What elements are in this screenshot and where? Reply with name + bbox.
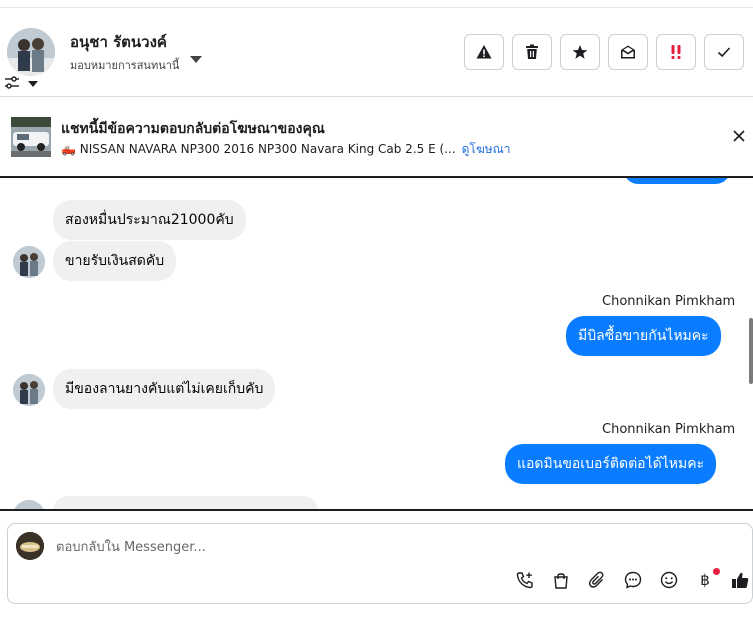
reply-input[interactable]: [56, 537, 656, 557]
chevron-down-icon[interactable]: [28, 81, 38, 87]
trash-icon: [526, 44, 538, 59]
ad-banner-subtitle: 🛻 NISSAN NAVARA NP300 2016 NP300 Navara …: [61, 140, 511, 159]
message-bubble-partial: [53, 496, 318, 510]
ad-banner-title: แชทนี้มีข้อความตอบกลับต่อโฆษณาของคุณ: [61, 121, 325, 137]
attach-button[interactable]: [587, 570, 607, 590]
message-sender-name: Chonnikan Pimkham: [602, 422, 736, 437]
paperclip-icon: [588, 571, 604, 588]
report-button[interactable]: [464, 34, 504, 70]
filter-sliders-icon[interactable]: [4, 76, 20, 90]
phone-add-icon: [516, 572, 533, 589]
message-bubble-outgoing: มีบิลซื้อขายกันไหมคะ: [566, 316, 721, 356]
shop-button[interactable]: [551, 570, 571, 590]
assign-conversation-label[interactable]: มอบหมายการสนทนานี้: [70, 56, 179, 74]
chevron-down-icon[interactable]: [190, 56, 202, 63]
double-exclamation-icon: [671, 45, 681, 59]
emoji-icon: [660, 571, 678, 589]
message-bubble-incoming: มีของลานยางคับแต่ไม่เคยเก็บคับ: [53, 369, 276, 409]
notification-dot: [713, 568, 720, 575]
ad-thumbnail[interactable]: [11, 117, 51, 157]
chat-bubble-icon: [624, 571, 642, 589]
checkmark-icon: [717, 47, 731, 58]
contact-avatar-small: [13, 374, 45, 406]
mark-unread-button[interactable]: [608, 34, 648, 70]
like-button[interactable]: [730, 570, 750, 590]
star-button[interactable]: [560, 34, 600, 70]
contact-name: อนุชา รัตนวงค์: [70, 33, 167, 51]
message-bubble-partial: [624, 178, 730, 184]
message-sender-name: Chonnikan Pimkham: [602, 294, 736, 309]
close-icon[interactable]: [732, 129, 746, 143]
mark-done-button[interactable]: [704, 34, 744, 70]
shopping-bag-icon: [554, 573, 568, 589]
ad-reply-banner: แชทนี้มีข้อความตอบกลับต่อโฆษณาของคุณ 🛻 N…: [0, 97, 753, 178]
page-avatar: [16, 532, 44, 560]
conversation-header: อนุชา รัตนวงค์ มอบหมายการสนทนานี้: [0, 8, 753, 97]
message-bubble-outgoing: แอดมินขอเบอร์ติดต่อได้ไหมคะ: [505, 444, 717, 484]
payment-button[interactable]: ฿: [695, 570, 715, 590]
star-icon: [572, 45, 588, 59]
view-ad-link[interactable]: ดูโฆษณา: [462, 142, 511, 156]
baht-icon: ฿: [700, 571, 710, 589]
delete-button[interactable]: [512, 34, 552, 70]
envelope-open-icon: [621, 45, 635, 59]
message-thread[interactable]: สองหมื่นประมาณ21000คับ ขายรับเงินสดคับ C…: [0, 178, 753, 510]
inbox-conversation-panel: อนุชา รัตนวงค์ มอบหมายการสนทนานี้ แชทนี้…: [0, 0, 753, 618]
thumbs-up-icon: [732, 572, 749, 588]
reply-composer: ฿: [7, 523, 753, 604]
message-bubble-incoming: สองหมื่นประมาณ21000คับ: [53, 200, 246, 240]
contact-avatar-small: [13, 246, 45, 278]
contact-avatar[interactable]: [7, 28, 55, 76]
saved-replies-button[interactable]: [623, 570, 643, 590]
warning-icon: [476, 45, 492, 59]
emoji-button[interactable]: [659, 570, 679, 590]
add-call-button[interactable]: [515, 570, 535, 590]
scrollbar[interactable]: [749, 318, 753, 384]
follow-up-button[interactable]: [656, 34, 696, 70]
thread-divider: [0, 509, 753, 511]
message-bubble-incoming: ขายรับเงินสดคับ: [53, 241, 177, 281]
ad-name: 🛻 NISSAN NAVARA NP300 2016 NP300 Navara …: [61, 142, 456, 156]
